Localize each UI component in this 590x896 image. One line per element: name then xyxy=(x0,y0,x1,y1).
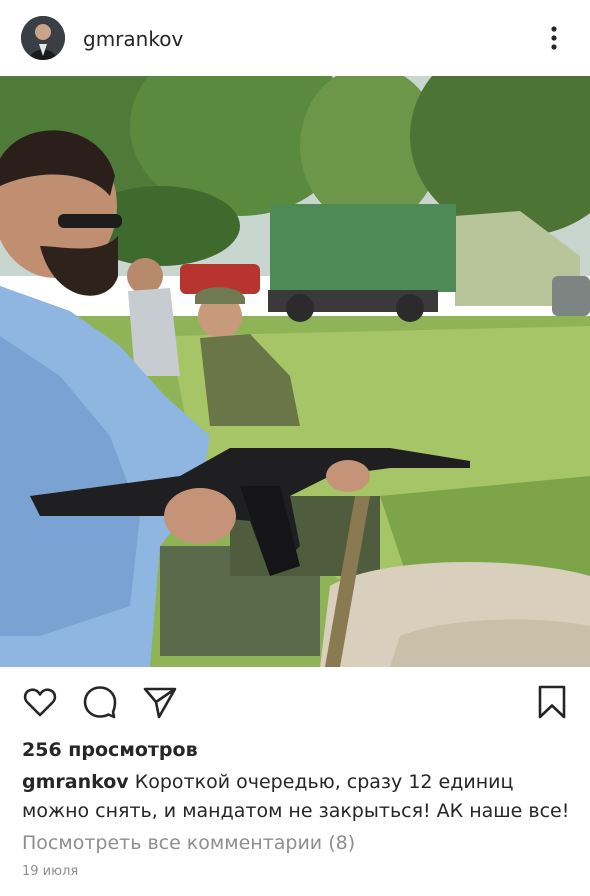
post-caption: gmrankov Короткой очередью, сразу 12 еди… xyxy=(22,768,570,826)
post-date: 19 июля xyxy=(22,864,79,879)
post-username[interactable]: gmrankov xyxy=(83,27,183,51)
send-icon[interactable] xyxy=(142,684,178,720)
more-vertical-icon[interactable] xyxy=(540,22,568,54)
heart-icon[interactable] xyxy=(22,684,58,720)
post-photo[interactable] xyxy=(0,76,590,667)
caption-username[interactable]: gmrankov xyxy=(22,771,129,793)
view-all-comments-link[interactable]: Посмотреть все комментарии (8) xyxy=(22,832,355,854)
post-header: gmrankov xyxy=(0,0,590,76)
avatar[interactable] xyxy=(21,16,65,60)
bookmark-icon[interactable] xyxy=(534,684,570,720)
views-count: 256 просмотров xyxy=(22,739,198,761)
comment-icon[interactable] xyxy=(82,684,118,720)
